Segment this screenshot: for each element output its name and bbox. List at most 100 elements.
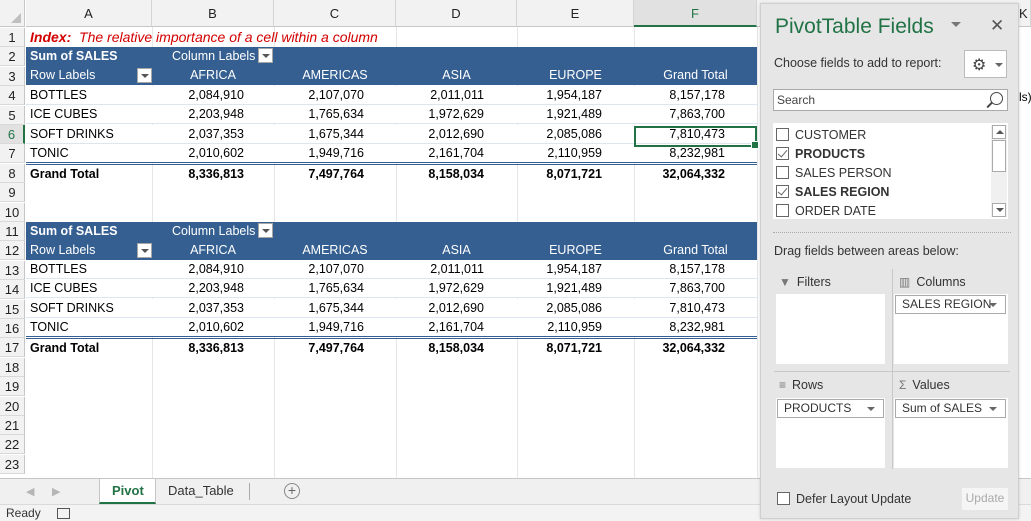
grand-total-asia[interactable]: 8,158,034 xyxy=(396,165,517,184)
grand-total-europe[interactable]: 8,071,721 xyxy=(517,339,634,358)
row-header-14[interactable]: 14 xyxy=(0,280,25,300)
value-cell-grand-total[interactable]: 7,810,473 xyxy=(634,299,757,318)
row-label-cell[interactable]: BOTTLES xyxy=(26,86,152,105)
grand-total-label[interactable]: Grand Total xyxy=(26,165,152,184)
column-header-e[interactable]: E xyxy=(517,0,634,27)
sheet-tab-data-table[interactable]: Data_Table xyxy=(156,479,246,504)
pivot1-column-labels[interactable]: Column Labels xyxy=(152,47,552,66)
value-cell-africa[interactable]: 2,037,353 xyxy=(152,125,274,144)
value-cell-asia[interactable]: 1,972,629 xyxy=(396,105,517,124)
row-label-cell[interactable]: ICE CUBES xyxy=(26,279,152,298)
row-label-cell[interactable]: TONIC xyxy=(26,144,152,163)
add-sheet-icon[interactable]: + xyxy=(284,483,300,499)
value-cell-asia[interactable]: 2,012,690 xyxy=(396,125,517,144)
value-cell-asia[interactable]: 2,011,011 xyxy=(396,86,517,105)
value-cell-europe[interactable]: 1,954,187 xyxy=(517,260,634,279)
defer-layout-update-checkbox[interactable]: Defer Layout Update xyxy=(777,492,911,506)
scroll-tabs-right-icon[interactable]: ▶ xyxy=(52,485,60,498)
pivot2-header-europe[interactable]: EUROPE xyxy=(517,241,634,260)
field-item-customer[interactable]: CUSTOMER xyxy=(776,126,866,145)
value-cell-europe[interactable]: 2,085,086 xyxy=(517,125,634,144)
checkbox-icon[interactable] xyxy=(776,204,789,218)
index-title[interactable]: Index: The relative importance of a cell… xyxy=(26,28,382,47)
row-label-cell[interactable]: BOTTLES xyxy=(26,260,152,279)
grand-total-europe[interactable]: 8,071,721 xyxy=(517,165,634,184)
value-cell-americas[interactable]: 1,675,344 xyxy=(274,299,396,318)
field-item-sales-person[interactable]: SALES PERSON xyxy=(776,164,892,183)
rows-area[interactable]: PRODUCTS xyxy=(776,398,885,468)
select-all-corner[interactable] xyxy=(0,0,25,27)
value-cell-americas[interactable]: 1,765,634 xyxy=(274,279,396,298)
grand-total-africa[interactable]: 8,336,813 xyxy=(152,165,274,184)
value-cell-africa[interactable]: 2,084,910 xyxy=(152,86,274,105)
values-area[interactable]: Sum of SALES xyxy=(894,398,1008,468)
pivot1-header-asia[interactable]: ASIA xyxy=(396,66,517,85)
grand-total-grand-total[interactable]: 32,064,332 xyxy=(634,165,757,184)
search-icon[interactable] xyxy=(990,92,1003,105)
column-header-b[interactable]: B xyxy=(152,0,274,27)
value-cell-americas[interactable]: 1,949,716 xyxy=(274,144,396,163)
value-cell-grand-total[interactable]: 8,157,178 xyxy=(634,260,757,279)
pivot1-header-grand-total[interactable]: Grand Total xyxy=(634,66,757,85)
tools-button[interactable]: ⚙ xyxy=(964,50,1007,78)
row-labels-filter-dropdown-icon[interactable] xyxy=(137,243,152,258)
row-header-11[interactable]: 11 xyxy=(0,222,25,241)
row-header-19[interactable]: 19 xyxy=(0,377,25,397)
field-item-sales-region[interactable]: SALES REGION xyxy=(776,183,889,202)
row-header-22[interactable]: 22 xyxy=(0,435,25,455)
row-label-cell[interactable]: TONIC xyxy=(26,318,152,337)
column-header-c[interactable]: C xyxy=(274,0,396,27)
value-cell-grand-total[interactable]: 8,157,178 xyxy=(634,86,757,105)
row-header-13[interactable]: 13 xyxy=(0,260,25,280)
value-cell-grand-total[interactable]: 8,232,981 xyxy=(634,318,757,337)
pivot2-value-label[interactable]: Sum of SALES xyxy=(26,222,152,241)
value-cell-asia[interactable]: 2,011,011 xyxy=(396,260,517,279)
rows-field-chip[interactable]: PRODUCTS xyxy=(777,399,884,418)
row-header-6[interactable]: 6 xyxy=(0,125,25,144)
value-cell-europe[interactable]: 2,085,086 xyxy=(517,299,634,318)
row-header-17[interactable]: 17 xyxy=(0,338,25,358)
row-header-21[interactable]: 21 xyxy=(0,416,25,435)
scroll-up-icon[interactable] xyxy=(992,125,1006,139)
value-cell-europe[interactable]: 2,110,959 xyxy=(517,318,634,337)
field-item-products[interactable]: PRODUCTS xyxy=(776,145,865,164)
checkbox-icon[interactable] xyxy=(776,166,789,180)
row-header-15[interactable]: 15 xyxy=(0,299,25,319)
macro-recording-icon[interactable] xyxy=(57,508,70,519)
grand-total-asia[interactable]: 8,158,034 xyxy=(396,339,517,358)
grand-total-grand-total[interactable]: 32,064,332 xyxy=(634,339,757,358)
row-header-23[interactable]: 23 xyxy=(0,454,25,474)
row-header-18[interactable]: 18 xyxy=(0,357,25,377)
row-header-3[interactable]: 3 xyxy=(0,66,25,86)
search-input[interactable]: Search xyxy=(773,89,1008,111)
pivot2-column-labels[interactable]: Column Labels xyxy=(152,222,552,241)
value-cell-asia[interactable]: 2,012,690 xyxy=(396,299,517,318)
value-cell-americas[interactable]: 1,675,344 xyxy=(274,125,396,144)
row-header-7[interactable]: 7 xyxy=(0,144,25,164)
value-cell-europe[interactable]: 1,954,187 xyxy=(517,86,634,105)
value-cell-grand-total[interactable]: 7,863,700 xyxy=(634,105,757,124)
row-header-20[interactable]: 20 xyxy=(0,396,25,416)
pivot1-header-europe[interactable]: EUROPE xyxy=(517,66,634,85)
row-header-12[interactable]: 12 xyxy=(0,241,25,261)
row-label-cell[interactable]: SOFT DRINKS xyxy=(26,125,152,144)
columns-field-chip[interactable]: SALES REGION xyxy=(895,295,1006,314)
pivot2-header-americas[interactable]: AMERICAS xyxy=(274,241,396,260)
selected-cell-f6[interactable] xyxy=(634,126,759,149)
value-cell-americas[interactable]: 2,107,070 xyxy=(274,86,396,105)
row-header-10[interactable]: 10 xyxy=(0,202,25,222)
pivot1-row-labels[interactable]: Row Labels xyxy=(26,66,152,85)
row-label-cell[interactable]: ICE CUBES xyxy=(26,105,152,124)
column-labels-filter-dropdown-icon[interactable] xyxy=(258,48,274,64)
checkbox[interactable] xyxy=(777,492,790,506)
value-cell-africa[interactable]: 2,084,910 xyxy=(152,260,274,279)
field-list-scrollbar[interactable] xyxy=(991,125,1007,217)
checked-checkbox-icon[interactable] xyxy=(776,147,789,161)
row-label-cell[interactable]: SOFT DRINKS xyxy=(26,299,152,318)
value-cell-asia[interactable]: 2,161,704 xyxy=(396,318,517,337)
pivot2-header-grand-total[interactable]: Grand Total xyxy=(634,241,757,260)
row-header-16[interactable]: 16 xyxy=(0,319,25,338)
row-header-4[interactable]: 4 xyxy=(0,86,25,106)
close-icon[interactable]: ✕ xyxy=(990,16,1004,36)
filters-area[interactable] xyxy=(776,294,885,364)
